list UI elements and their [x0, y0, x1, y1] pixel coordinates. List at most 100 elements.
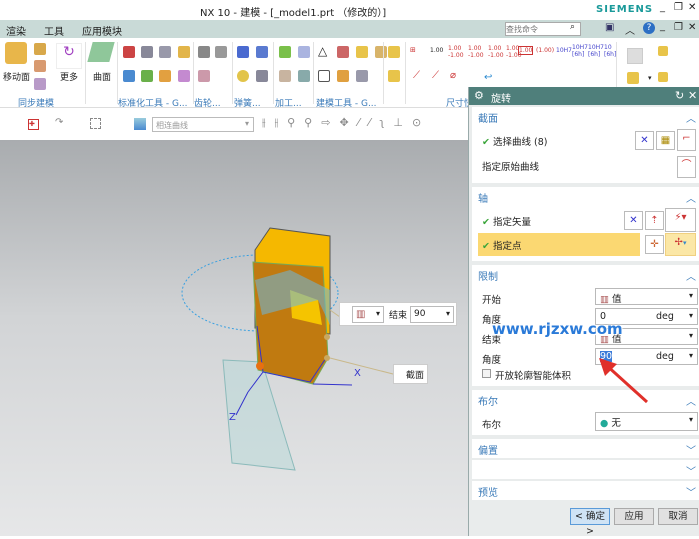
section-onscreen-label[interactable]: 截面	[393, 364, 428, 384]
tolerance-icon[interactable]: 1.00 -1.00	[448, 45, 464, 59]
start-type-dropdown[interactable]: ▥ 值 ▾	[595, 288, 698, 305]
collapse-icon[interactable]: ︿	[686, 393, 696, 408]
close-icon[interactable]: ✕	[688, 2, 696, 13]
minimize-icon[interactable]: _	[660, 2, 665, 13]
modeling-tool-icon[interactable]	[375, 46, 387, 58]
limits-header[interactable]: 限制	[478, 268, 498, 283]
sync-tool-icon[interactable]	[34, 60, 46, 72]
chevron-down-icon[interactable]: ▾	[648, 74, 652, 82]
gear-tool-icon[interactable]	[198, 46, 210, 58]
snap-icon[interactable]: ↷	[55, 117, 63, 128]
tool-icon[interactable]	[159, 70, 171, 82]
preview-header[interactable]: 预览	[478, 484, 498, 499]
boolean-header[interactable]: 布尔	[478, 393, 498, 408]
offset-group[interactable]: 偏置 ﹀	[472, 439, 699, 458]
select-curve-label[interactable]: 选择曲线 (8)	[493, 137, 547, 148]
fit-icon[interactable]: 10H7 [6h]	[588, 44, 604, 58]
preview-group[interactable]: 预览 ﹀	[472, 481, 699, 500]
specify-vector-label[interactable]: 指定矢量	[493, 217, 531, 228]
machining-tool-icon[interactable]	[279, 46, 291, 58]
fit-icon[interactable]: 10H7 [6h]	[572, 44, 588, 58]
tolerance-icon[interactable]: 1.00 -1.00	[488, 45, 504, 59]
tolerance-icon[interactable]: 1.00	[430, 47, 443, 54]
collapse-icon[interactable]: ︿	[686, 190, 696, 205]
search-icon[interactable]: ⌕	[570, 22, 575, 32]
offset-header[interactable]: 偏置	[478, 442, 498, 457]
apply-button[interactable]: 应用	[614, 508, 654, 525]
reset-icon[interactable]: ↻	[675, 89, 684, 102]
machining-tool-icon[interactable]	[279, 70, 291, 82]
end-value-input[interactable]: 90 ▾	[410, 306, 454, 323]
curve-rule-dropdown[interactable]: 相连曲线 ▾	[152, 117, 254, 132]
triangle-icon[interactable]: △	[318, 44, 327, 58]
inferred-vector-dropdown[interactable]: ⚡▾	[665, 208, 696, 232]
tool-icon[interactable]	[141, 70, 153, 82]
basic-dim-icon[interactable]: 1.00	[518, 46, 534, 55]
modeling-tool-icon[interactable]	[337, 46, 349, 58]
spring-tool-icon[interactable]	[256, 46, 268, 58]
spring-tool-icon[interactable]	[256, 70, 268, 82]
machining-tool-icon[interactable]	[298, 70, 310, 82]
dimension-icon[interactable]: ⟋	[413, 70, 420, 81]
menu-tools[interactable]: 工具	[44, 23, 64, 38]
collapse-ribbon-icon[interactable]: ︿	[625, 22, 635, 37]
modeling-tool-icon[interactable]	[318, 70, 330, 82]
sketch-section-icon[interactable]: ⌐	[677, 129, 696, 151]
view-icon[interactable]	[627, 48, 643, 64]
section-header[interactable]: 截面	[478, 110, 498, 125]
doc-close-icon[interactable]: ✕	[688, 22, 696, 33]
model-view[interactable]	[0, 140, 468, 536]
expand-icon[interactable]: ﹀	[686, 484, 696, 499]
collapse-icon[interactable]: ︿	[686, 110, 696, 125]
tool-icon[interactable]	[123, 46, 135, 58]
axis-header[interactable]: 轴	[478, 190, 488, 205]
tolerance-icon[interactable]: 1.00 -1.00	[468, 45, 484, 59]
inferred-point-dropdown[interactable]: ✢▾	[665, 233, 696, 256]
filter-icon[interactable]: ✚	[28, 119, 39, 130]
modeling-tool-icon[interactable]	[356, 70, 368, 82]
box-select-icon[interactable]	[90, 118, 101, 129]
expand-icon[interactable]: ﹀	[686, 463, 696, 478]
point-dialog-icon[interactable]: ✛	[645, 235, 664, 254]
move-face-button[interactable]: 移动面	[3, 70, 30, 83]
settings-group[interactable]: ﹀	[472, 460, 699, 479]
diameter-icon[interactable]: ⌀	[450, 70, 456, 81]
help-icon[interactable]: ?	[643, 22, 655, 34]
modeling-tool-icon[interactable]	[356, 46, 368, 58]
vector-dialog-icon[interactable]: ⇡	[645, 211, 664, 230]
origin-curve-icon[interactable]: ⌒	[677, 156, 696, 178]
spring-tool-icon[interactable]	[237, 46, 249, 58]
fit-icon[interactable]: 10 [6h]	[604, 44, 616, 58]
snap-point-icons[interactable]: ⫲⫲⚲⚲⇨✥⁄⁄ʅ⊥⊙	[262, 116, 430, 130]
tool-icon[interactable]	[123, 70, 135, 82]
menu-applications[interactable]: 应用模块	[82, 23, 122, 38]
menu-render[interactable]: 渲染	[6, 23, 26, 38]
spring-tool-icon[interactable]	[237, 70, 249, 82]
dimension-icon[interactable]: ⊞	[410, 46, 416, 54]
limit-type-dropdown[interactable]: ▥ ▾	[352, 306, 384, 323]
doc-restore-icon[interactable]: ❐	[674, 22, 683, 33]
restore-icon[interactable]: ❐	[674, 2, 683, 13]
expand-icon[interactable]: ﹀	[686, 442, 696, 457]
gear-tool-icon[interactable]	[215, 46, 227, 58]
constraint-icon[interactable]	[658, 72, 668, 82]
return-icon[interactable]: ↩	[484, 72, 492, 83]
curve-rule-icon[interactable]: ✕	[635, 131, 654, 150]
surface-button[interactable]: 曲面	[93, 70, 111, 83]
dimension-icon[interactable]: ⟋	[432, 70, 439, 81]
sketch-icon[interactable]: ▦	[656, 131, 675, 150]
reverse-direction-icon[interactable]: ✕	[624, 211, 643, 230]
cube-icon[interactable]	[134, 118, 146, 130]
assembly-tool-icon[interactable]	[388, 70, 400, 82]
modeling-tool-icon[interactable]	[337, 70, 349, 82]
cancel-button[interactable]: 取消	[658, 508, 698, 525]
close-icon[interactable]: ✕	[688, 89, 697, 102]
gear-tool-icon[interactable]	[198, 70, 210, 82]
fit-icon[interactable]: 10H7	[556, 47, 572, 54]
machining-tool-icon[interactable]	[298, 46, 310, 58]
ok-button[interactable]: < 确定 >	[570, 508, 610, 537]
open-profile-checkbox[interactable]	[482, 369, 491, 378]
tool-icon[interactable]	[159, 46, 171, 58]
open-profile-label[interactable]: 开放轮廓智能体积	[495, 368, 571, 382]
specify-point-label[interactable]: 指定点	[493, 241, 522, 252]
